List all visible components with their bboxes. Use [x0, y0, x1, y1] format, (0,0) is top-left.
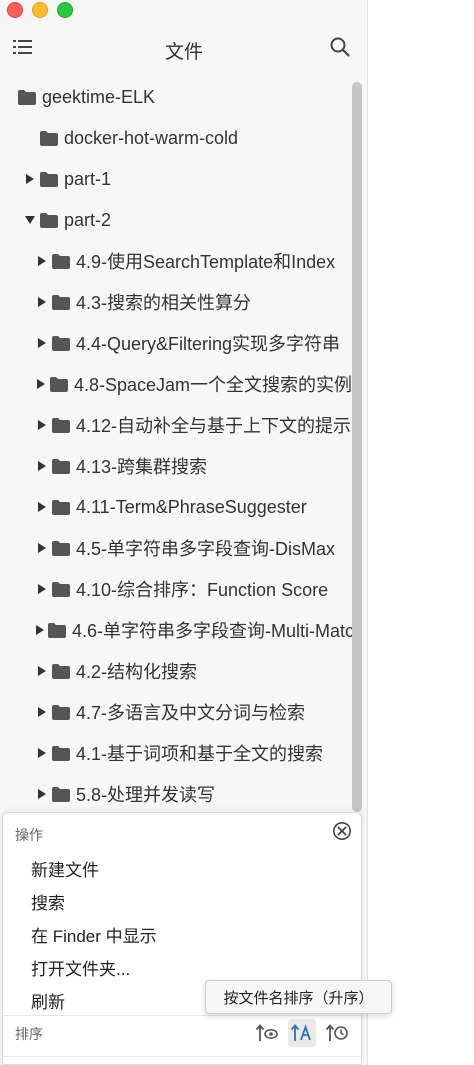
folder-icon [40, 212, 58, 228]
reveal-in-finder-menu-item[interactable]: 在 Finder 中显示 [31, 922, 157, 947]
tree-item[interactable]: 4.4-Query&Filtering实现多字符串 [0, 323, 352, 363]
folder-icon [18, 89, 36, 105]
editor-pane [369, 0, 474, 1065]
folder-icon [52, 745, 70, 761]
chevron-right-icon[interactable] [36, 419, 48, 431]
tree-item[interactable]: 4.12-自动补全与基于上下文的提示 [0, 405, 352, 445]
chevron-right-icon[interactable] [36, 624, 44, 636]
tree-item[interactable]: 4.9-使用SearchTemplate和Index [0, 241, 352, 281]
tree-item[interactable]: 4.13-跨集群搜索 [0, 446, 352, 486]
folder-icon [52, 294, 70, 310]
chevron-right-icon[interactable] [36, 542, 48, 554]
tree-root-label: geektime-ELK [42, 86, 156, 107]
tree-scrollbar[interactable] [352, 82, 362, 812]
tree-item-label: 4.12-自动补全与基于上下文的提示 [76, 416, 352, 436]
chevron-right-icon[interactable] [36, 255, 48, 267]
folder-icon [52, 786, 70, 802]
folder-icon [52, 540, 70, 556]
tree-item-label: docker-hot-warm-cold [64, 127, 239, 148]
folder-icon [48, 622, 66, 638]
folder-icon [52, 499, 70, 515]
chevron-right-icon[interactable] [36, 460, 48, 472]
folder-icon [52, 704, 70, 720]
file-sidebar: 文件 geektime-ELK docker-hot-warm-cold par… [0, 0, 368, 1065]
minimize-window-button[interactable] [32, 2, 48, 18]
chevron-right-icon[interactable] [36, 706, 48, 718]
tree-item-label: 4.3-搜索的相关性算分 [76, 293, 252, 313]
chevron-right-icon[interactable] [36, 665, 48, 677]
close-circle-icon[interactable] [332, 821, 352, 841]
folder-icon [52, 663, 70, 679]
chevron-right-icon[interactable] [36, 296, 48, 308]
tree-item-label: 4.2-结构化搜索 [76, 662, 198, 682]
tree-item[interactable]: 4.5-单字符串多字段查询-DisMax [0, 528, 352, 568]
sidebar-title: 文件 [164, 42, 203, 63]
tree-item-label: 5.8-处理并发读写 [76, 785, 216, 805]
tree-item[interactable]: 4.1-基于词项和基于全文的搜索 [0, 733, 352, 773]
tree-item-label: 4.10-综合排序：Function Score [76, 580, 329, 600]
folder-icon [52, 335, 70, 351]
chevron-right-icon[interactable] [36, 337, 48, 349]
divider [3, 1056, 361, 1057]
tree-item-label: 4.11-Term&PhraseSuggester [76, 496, 307, 517]
tree-item-label: 4.13-跨集群搜索 [76, 457, 208, 477]
tree-root[interactable]: geektime-ELK [0, 77, 352, 117]
folder-icon [40, 171, 58, 187]
search-menu-item[interactable]: 搜索 [31, 889, 65, 914]
new-file-menu-item[interactable]: 新建文件 [31, 856, 99, 881]
chevron-right-icon[interactable] [36, 788, 48, 800]
file-tree: geektime-ELK docker-hot-warm-cold part-1… [0, 77, 352, 817]
chevron-right-icon[interactable] [36, 747, 48, 759]
search-icon[interactable] [329, 36, 351, 58]
folder-icon [52, 581, 70, 597]
tree-item-label: 4.5-单字符串多字段查询-DisMax [76, 539, 336, 559]
tree-item[interactable]: 5.8-处理并发读写 [0, 774, 352, 814]
tree-item[interactable]: part-1 [0, 159, 352, 199]
chevron-right-icon[interactable] [36, 378, 46, 390]
tree-item-label: 4.6-单字符串多字段查询-Multi-Match [72, 621, 352, 641]
operations-title: 操作 [15, 827, 43, 843]
tree-item-label: 4.4-Query&Filtering实现多字符串 [76, 334, 341, 354]
chevron-down-icon[interactable] [24, 214, 36, 226]
divider [3, 1015, 361, 1016]
folder-icon [40, 130, 58, 146]
tree-item-label: 4.9-使用SearchTemplate和Index [76, 252, 336, 272]
tree-item[interactable]: 4.7-多语言及中文分词与检索 [0, 692, 352, 732]
tree-item-label: 4.1-基于词项和基于全文的搜索 [76, 744, 324, 764]
chevron-right-icon[interactable] [36, 501, 48, 513]
folder-icon [52, 458, 70, 474]
tree-item[interactable]: 4.10-综合排序：Function Score [0, 569, 352, 609]
tree-item[interactable]: 4.8-SpaceJam一个全文搜索的实例 [0, 364, 352, 404]
tree-item[interactable]: 4.2-结构化搜索 [0, 651, 352, 691]
open-folder-menu-item[interactable]: 打开文件夹... [31, 955, 130, 980]
zoom-window-button[interactable] [57, 2, 73, 18]
tree-item[interactable]: part-2 [0, 200, 352, 240]
folder-icon [52, 417, 70, 433]
close-window-button[interactable] [7, 2, 23, 18]
tree-item-label: part-1 [64, 168, 112, 189]
tree-item-label: 4.7-多语言及中文分词与检索 [76, 703, 306, 723]
sidebar-header: 文件 [0, 30, 368, 68]
tree-item[interactable]: 4.3-搜索的相关性算分 [0, 282, 352, 322]
sort-by-time-icon[interactable] [323, 1019, 351, 1047]
sort-by-natural-icon[interactable] [253, 1019, 281, 1047]
folder-icon [49, 376, 68, 392]
operations-panel: 操作 新建文件 搜索 在 Finder 中显示 打开文件夹... 刷新 排序 [2, 812, 362, 1065]
tree-item[interactable]: 4.6-单字符串多字段查询-Multi-Match [0, 610, 352, 650]
sort-label: 排序 [15, 1026, 43, 1042]
chevron-right-icon[interactable] [36, 583, 48, 595]
folder-icon [52, 253, 70, 269]
sort-by-name-icon[interactable] [288, 1019, 316, 1047]
tree-item[interactable]: 4.11-Term&PhraseSuggester [0, 487, 352, 527]
tree-item-label: 4.8-SpaceJam一个全文搜索的实例 [73, 375, 352, 395]
sort-tooltip: 按文件名排序（升序） [205, 980, 392, 1014]
chevron-right-icon[interactable] [24, 173, 36, 185]
tree-item-label: part-2 [64, 209, 112, 230]
window-controls [7, 2, 73, 18]
tree-item[interactable]: docker-hot-warm-cold [0, 118, 352, 158]
refresh-menu-item[interactable]: 刷新 [31, 988, 65, 1013]
